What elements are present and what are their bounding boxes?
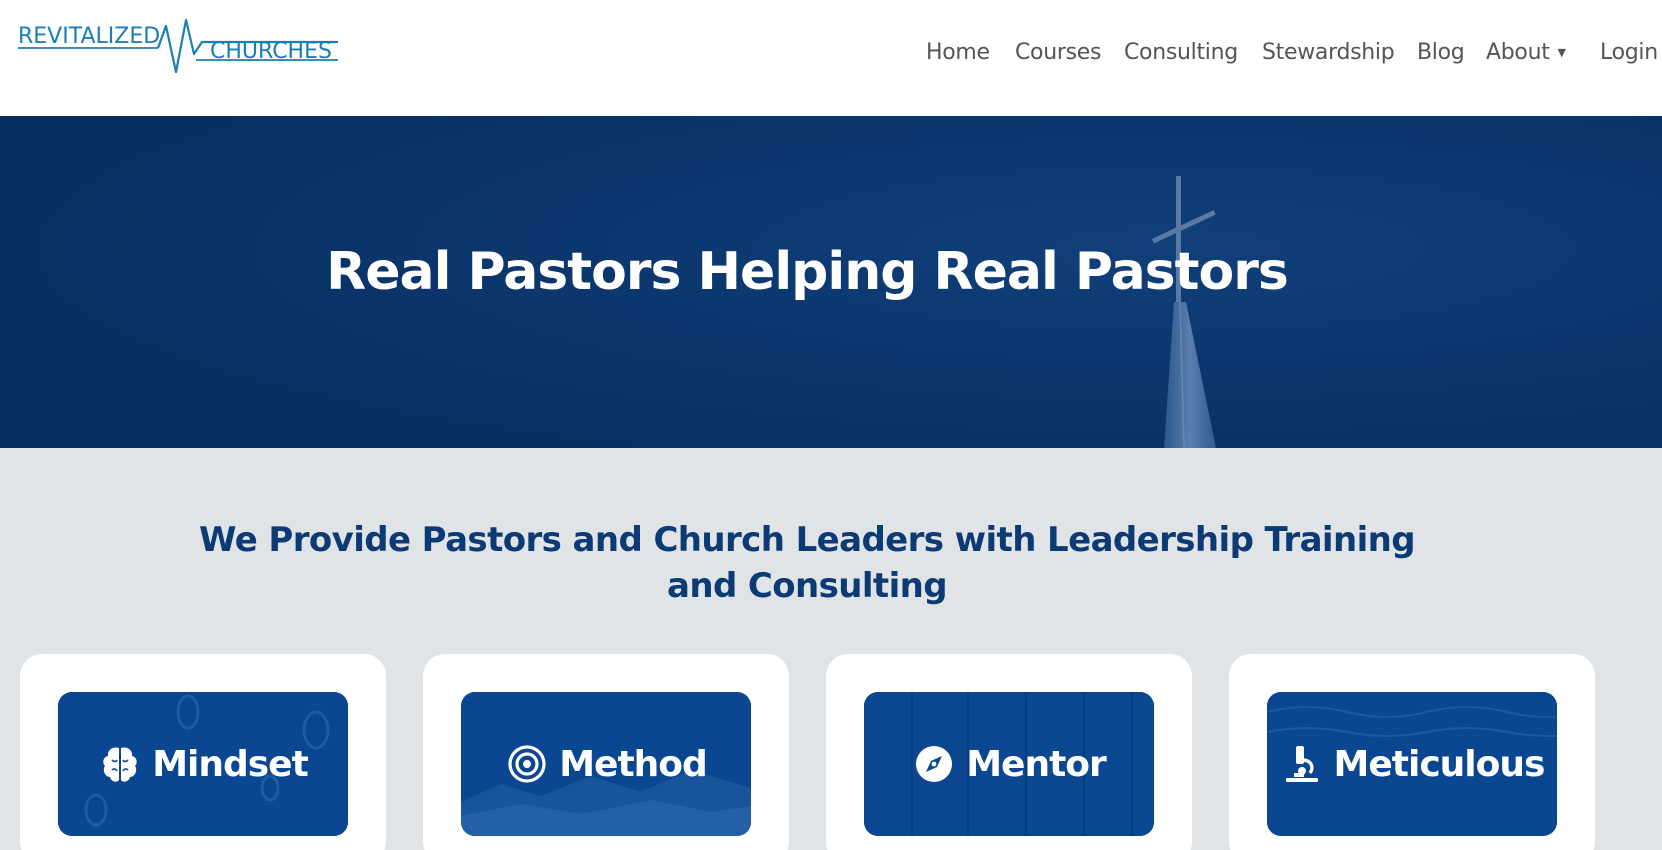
tile-content: Meticulous xyxy=(1267,692,1557,836)
tile-content: Method xyxy=(461,692,751,836)
card-mindset[interactable]: Mindset xyxy=(20,654,386,850)
intro-heading-line1: We Provide Pastors and Church Leaders wi… xyxy=(199,520,1416,560)
nav-consulting[interactable]: Consulting xyxy=(1124,36,1238,70)
card-meticulous[interactable]: Meticulous xyxy=(1229,654,1595,850)
card-label-mindset: Mindset xyxy=(152,743,309,785)
nav-about[interactable]: About ▼ xyxy=(1486,36,1566,70)
tile-content: Mentor xyxy=(864,692,1154,836)
card-tile-method[interactable]: Method xyxy=(461,692,751,836)
nav-stewardship[interactable]: Stewardship xyxy=(1262,36,1395,70)
intro-heading-line2: and Consulting xyxy=(667,566,948,606)
logo-text-revitalized: REVITALIZED xyxy=(18,24,160,49)
logo-text-churches: CHURCHES xyxy=(210,39,332,64)
nav-courses[interactable]: Courses xyxy=(1015,36,1101,70)
intro-heading: We Provide Pastors and Church Leaders wi… xyxy=(0,517,1614,609)
card-label-meticulous: Meticulous xyxy=(1333,743,1546,785)
site-header: REVITALIZED CHURCHES Home Courses Consul… xyxy=(0,0,1662,116)
compass-icon xyxy=(916,746,953,782)
tile-content: Mindset xyxy=(58,692,348,836)
card-label-method: Method xyxy=(559,743,708,785)
card-tile-mindset[interactable]: Mindset xyxy=(58,692,348,836)
card-method[interactable]: Method xyxy=(423,654,789,850)
site-logo[interactable]: REVITALIZED CHURCHES xyxy=(18,16,338,92)
nav-login[interactable]: Login xyxy=(1600,36,1658,70)
main-nav: Home Courses Consulting Stewardship Blog… xyxy=(862,36,1662,70)
card-tile-mentor[interactable]: Mentor xyxy=(864,692,1154,836)
nav-about-label: About xyxy=(1486,40,1550,65)
brain-icon xyxy=(103,747,137,782)
hero-banner: Real Pastors Helping Real Pastors xyxy=(0,116,1662,448)
target-icon xyxy=(508,745,546,783)
chevron-down-icon: ▼ xyxy=(1557,46,1566,59)
card-label-mentor: Mentor xyxy=(966,743,1107,785)
hero-title: Real Pastors Helping Real Pastors xyxy=(326,242,1289,302)
card-mentor[interactable]: Mentor xyxy=(826,654,1192,850)
card-tile-meticulous[interactable]: Meticulous xyxy=(1267,692,1557,836)
microscope-icon xyxy=(1285,746,1318,782)
nav-home[interactable]: Home xyxy=(926,36,990,70)
nav-blog[interactable]: Blog xyxy=(1417,36,1465,70)
